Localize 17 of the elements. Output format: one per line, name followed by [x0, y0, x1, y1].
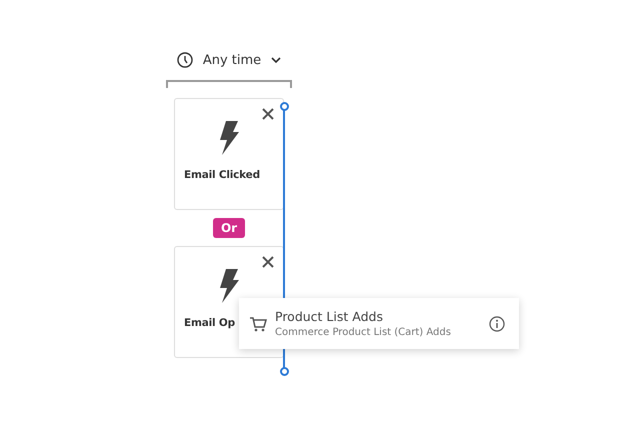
lightning-bolt-icon [218, 269, 240, 303]
lightning-bolt-icon [218, 121, 240, 155]
item-subtitle: Commerce Product List (Cart) Adds [275, 327, 452, 338]
close-button[interactable] [261, 107, 275, 121]
event-title: Email Clicked [184, 169, 260, 181]
item-title: Product List Adds [275, 309, 384, 324]
dragged-item-card[interactable]: Product List Adds Commerce Product List (Cart) Adds [239, 298, 519, 349]
shopping-cart-icon [249, 316, 267, 332]
or-label: Or [212, 218, 246, 238]
event-title: Email Op [184, 317, 235, 329]
line-handle[interactable] [280, 367, 289, 376]
line-handle[interactable] [280, 102, 289, 111]
chevron-down-icon [271, 57, 282, 63]
close-button[interactable] [261, 255, 275, 269]
clock-icon [176, 52, 193, 68]
info-icon [489, 316, 505, 332]
time-filter-dropdown[interactable]: Any time [172, 50, 286, 70]
